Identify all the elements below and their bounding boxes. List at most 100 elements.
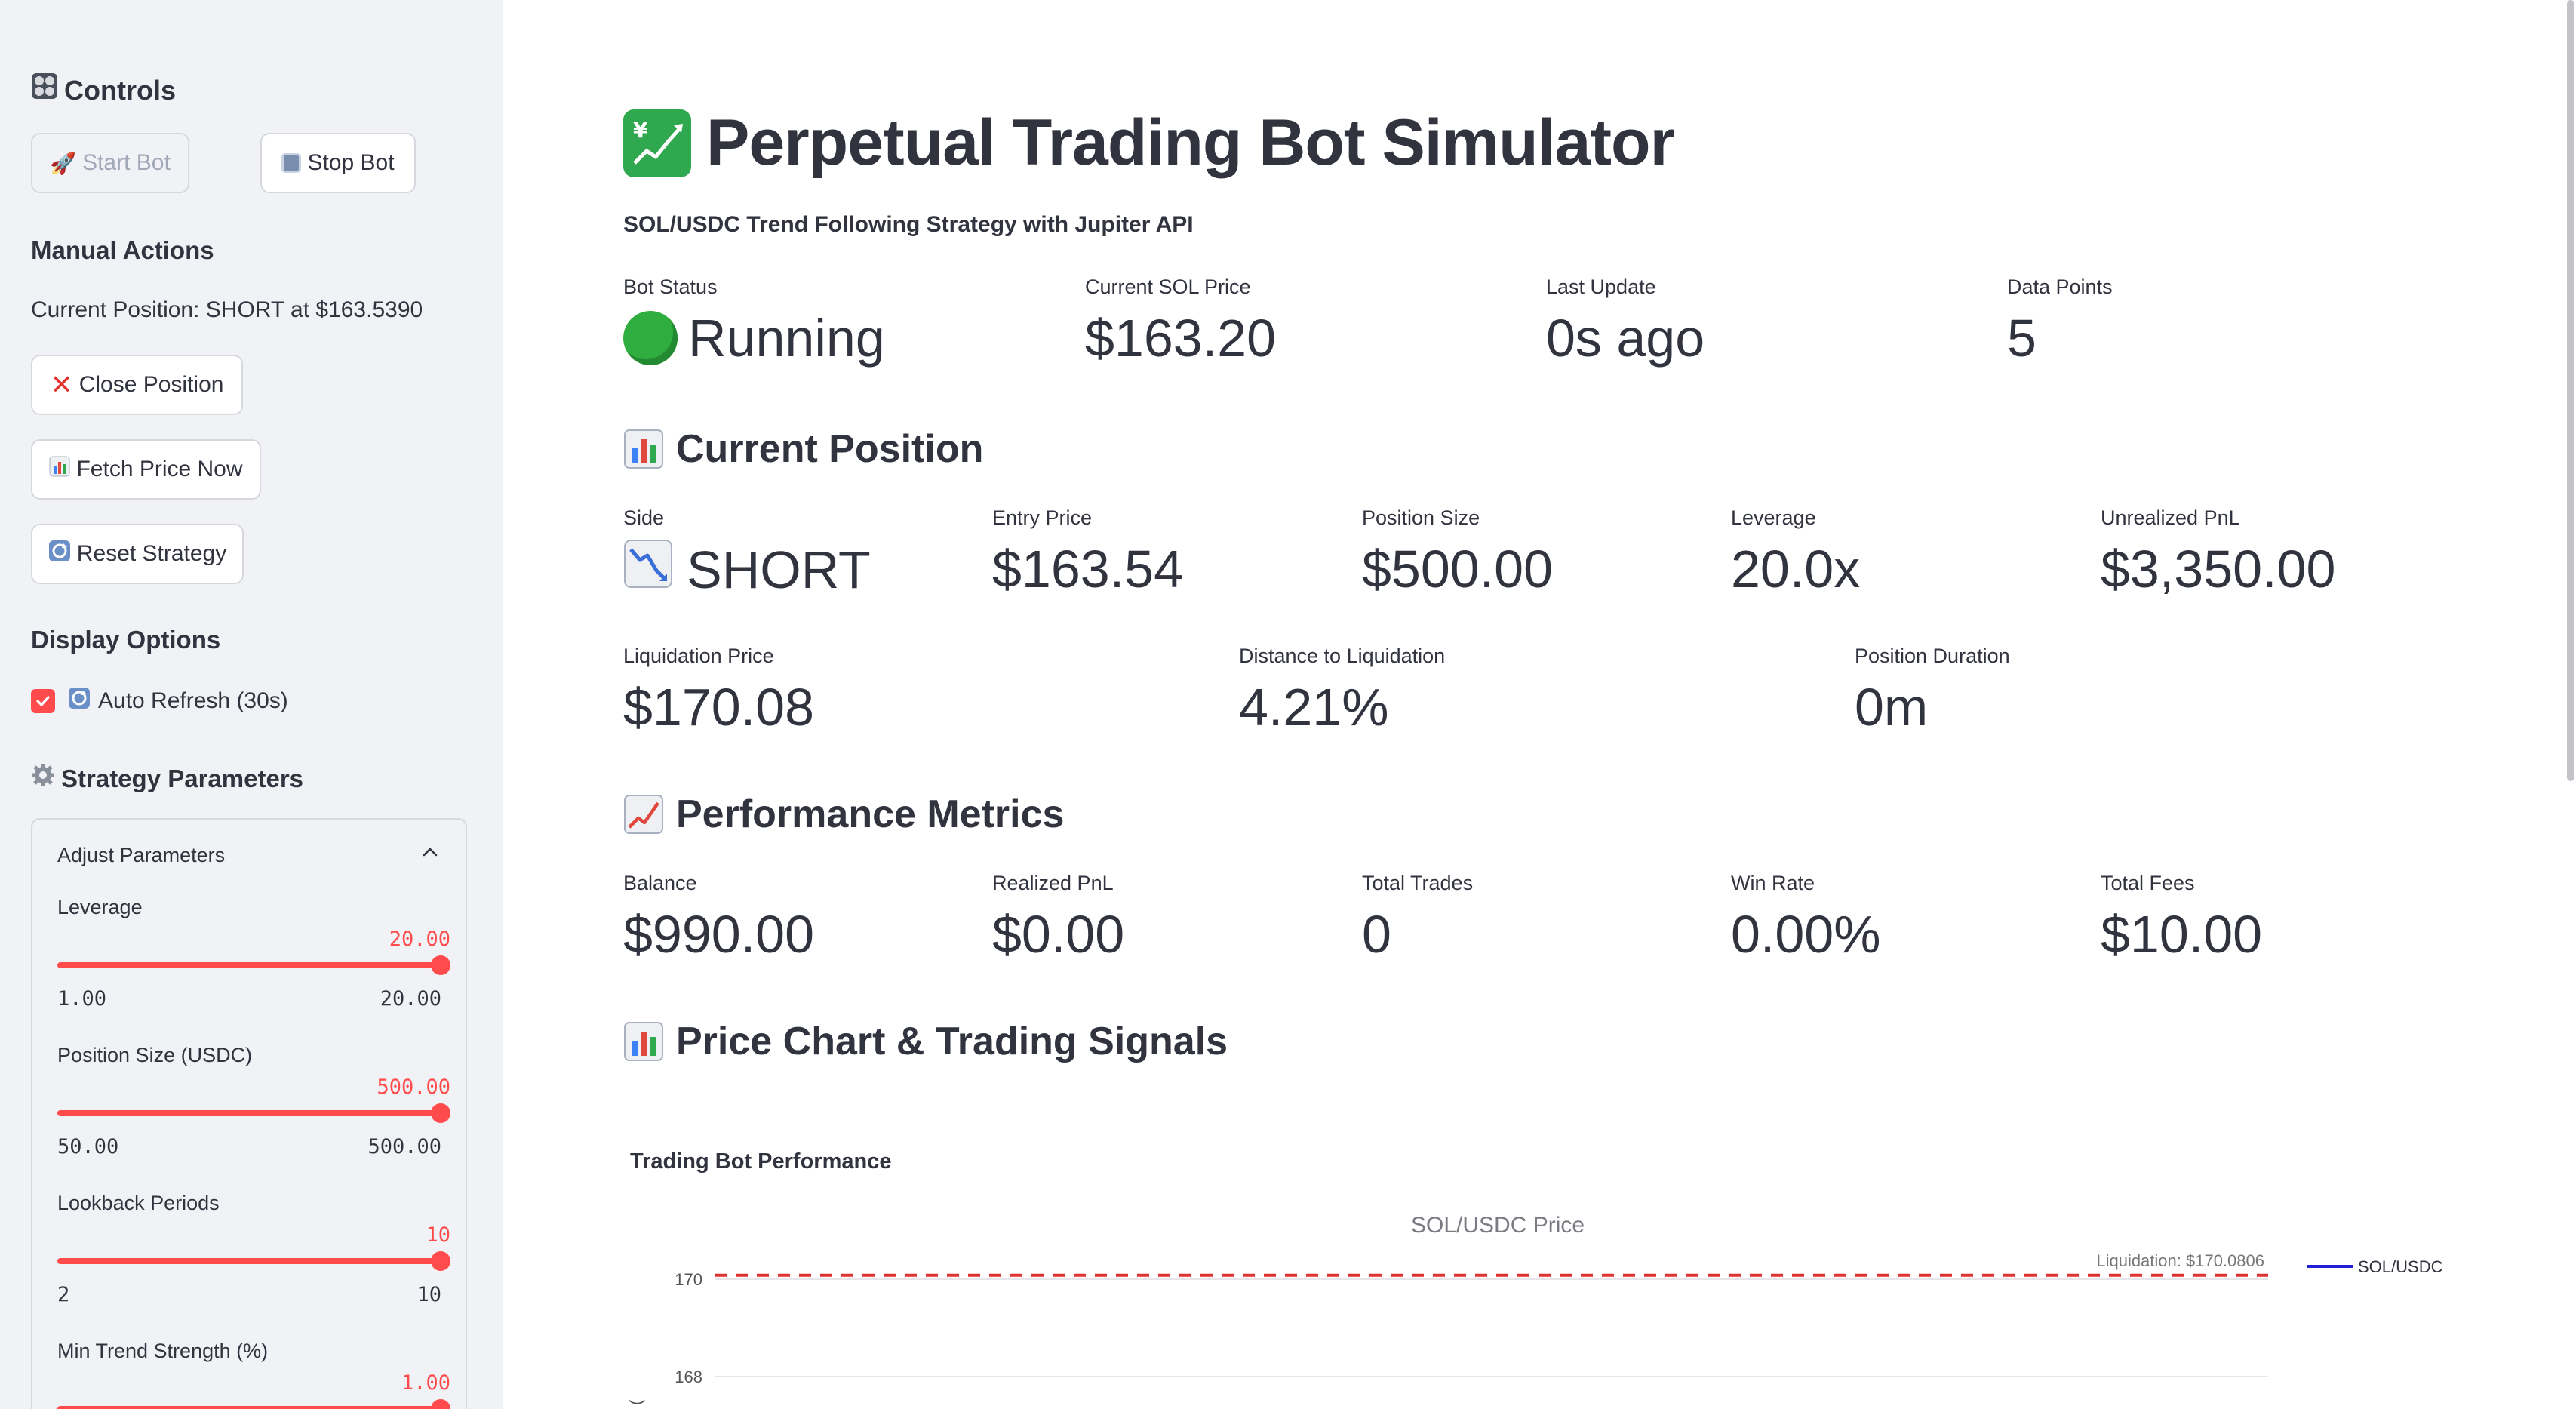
- unrealized-pnl-label: Unrealized PnL: [2101, 506, 2240, 529]
- chevron-up-icon[interactable]: [420, 842, 440, 862]
- leverage-slider-min: 1.00: [57, 987, 107, 1011]
- green-circle-icon: [623, 311, 678, 365]
- bar-chart-icon: [49, 456, 70, 483]
- current-position-heading: Current Position: [623, 426, 983, 472]
- gear-icon: [31, 763, 58, 793]
- sol-price-label: Current SOL Price: [1085, 275, 1251, 298]
- auto-refresh-checkbox[interactable]: [31, 689, 55, 713]
- realized-pnl-label: Realized PnL: [992, 872, 1114, 894]
- bot-status-label: Bot Status: [623, 275, 718, 298]
- fetch-price-label: Fetch Price Now: [76, 457, 243, 481]
- legend-label: SOL/USDC: [2358, 1257, 2443, 1276]
- y-axis-label: (: [626, 1399, 645, 1405]
- lookback-slider-label: Lookback Periods: [57, 1192, 220, 1214]
- display-options-heading: Display Options: [31, 626, 221, 654]
- stop-bot-label: Stop Bot: [307, 150, 395, 175]
- distance-liquidation-value: 4.21%: [1239, 678, 1389, 737]
- auto-refresh-label: Auto Refresh (30s): [98, 688, 288, 713]
- balance-value: $990.00: [623, 905, 815, 964]
- bar-chart-icon: [623, 1021, 664, 1062]
- last-update-value: 0s ago: [1546, 309, 1705, 368]
- position-duration-label: Position Duration: [1855, 645, 2010, 667]
- bar-chart-icon: [623, 429, 664, 469]
- leverage-value: 20.0x: [1731, 540, 1861, 598]
- performance-heading: Performance Metrics: [623, 792, 1064, 837]
- leverage-slider-max: 20.00: [380, 987, 441, 1011]
- leverage-slider-label: Leverage: [57, 896, 143, 918]
- position-size-slider-value: 500.00: [377, 1075, 450, 1099]
- min-trend-slider-label: Min Trend Strength (%): [57, 1340, 269, 1362]
- price-chart-heading-text: Price Chart & Trading Signals: [676, 1020, 1228, 1063]
- liquidation-price-value: $170.08: [623, 678, 815, 737]
- controls-heading-text: Controls: [64, 75, 176, 106]
- current-position-text: Current Position: SHORT at $163.5390: [31, 297, 423, 322]
- current-position-heading-text: Current Position: [676, 427, 984, 471]
- main-content: ¥ Perpetual Trading Bot Simulator SOL/US…: [503, 0, 2576, 1409]
- unrealized-pnl-value: $3,350.00: [2101, 540, 2336, 598]
- lookback-slider-value: 10: [426, 1223, 450, 1247]
- close-position-button[interactable]: ✕ Close Position: [31, 355, 243, 415]
- control-knobs-icon: [31, 72, 61, 106]
- scrollbar-thumb[interactable]: [2567, 0, 2574, 781]
- leverage-slider-value: 20.00: [389, 928, 450, 951]
- position-size-slider-thumb[interactable]: [431, 1103, 450, 1123]
- total-fees-value: $10.00: [2101, 905, 2263, 964]
- min-trend-slider-thumb[interactable]: [431, 1399, 450, 1409]
- entry-price-label: Entry Price: [992, 506, 1093, 529]
- lookback-slider-max: 10: [417, 1283, 441, 1306]
- total-fees-label: Total Fees: [2101, 872, 2195, 894]
- page-header: ¥ Perpetual Trading Bot Simulator: [623, 106, 1675, 180]
- lookback-slider-min: 2: [57, 1283, 70, 1306]
- controls-heading: Controls: [31, 72, 176, 106]
- position-size-slider-label: Position Size (USDC): [57, 1044, 253, 1066]
- refresh-icon: [68, 687, 91, 715]
- bot-status-value: Running: [623, 308, 885, 368]
- stop-bot-button[interactable]: Stop Bot: [260, 133, 416, 193]
- main-scrollbar[interactable]: [2565, 0, 2576, 1409]
- position-duration-value: 0m: [1855, 678, 1929, 737]
- win-rate-label: Win Rate: [1731, 872, 1815, 894]
- liquidation-label: Liquidation: $170.0806: [2096, 1251, 2264, 1270]
- start-bot-button[interactable]: 🚀 Start Bot: [31, 133, 189, 193]
- adjust-parameters-expander: Adjust Parameters Leverage 20.00 1.00 20…: [31, 818, 467, 1409]
- strategy-parameters-text: Strategy Parameters: [61, 764, 304, 792]
- position-size-slider-min: 50.00: [57, 1135, 119, 1158]
- y-tick-label: 168: [675, 1367, 702, 1386]
- leverage-slider-track[interactable]: [57, 962, 441, 968]
- min-trend-slider-track[interactable]: [57, 1406, 441, 1409]
- strategy-parameters-heading: Strategy Parameters: [31, 763, 303, 793]
- page-subtitle: SOL/USDC Trend Following Strategy with J…: [623, 212, 1194, 237]
- reset-strategy-button[interactable]: Reset Strategy: [31, 524, 244, 584]
- last-update-label: Last Update: [1546, 275, 1656, 298]
- data-points-label: Data Points: [2007, 275, 2113, 298]
- side-label: Side: [623, 506, 665, 529]
- sidebar: Controls 🚀 Start Bot Stop Bot Manual Act…: [0, 0, 503, 1409]
- auto-refresh-label-group[interactable]: Auto Refresh (30s): [68, 687, 288, 715]
- total-trades-value: 0: [1362, 905, 1391, 964]
- page-title: Perpetual Trading Bot Simulator: [706, 106, 1675, 179]
- min-trend-slider-value: 1.00: [401, 1371, 450, 1395]
- side-value: SHORT: [623, 539, 871, 601]
- lookback-slider-thumb[interactable]: [431, 1251, 450, 1271]
- total-trades-label: Total Trades: [1362, 872, 1474, 894]
- entry-price-value: $163.54: [992, 540, 1184, 598]
- sol-price-value: $163.20: [1085, 309, 1277, 368]
- cross-mark-icon: ✕: [50, 369, 73, 400]
- price-chart[interactable]: 170 168 Liquidation: $170.0806 SOL/USDC (: [503, 1238, 2576, 1409]
- fetch-price-button[interactable]: Fetch Price Now: [31, 439, 261, 500]
- position-size-slider-track[interactable]: [57, 1110, 441, 1116]
- leverage-slider-thumb[interactable]: [431, 955, 450, 975]
- side-text: SHORT: [687, 540, 871, 599]
- price-chart-heading: Price Chart & Trading Signals: [623, 1019, 1228, 1064]
- bot-status-text: Running: [688, 309, 885, 368]
- close-position-label: Close Position: [78, 372, 224, 397]
- chart-title: Trading Bot Performance: [630, 1149, 892, 1174]
- position-size-slider-max: 500.00: [367, 1135, 441, 1158]
- adjust-parameters-header[interactable]: Adjust Parameters: [57, 844, 225, 867]
- rocket-icon: 🚀: [50, 151, 77, 175]
- performance-heading-text: Performance Metrics: [676, 792, 1065, 836]
- leverage-label: Leverage: [1731, 506, 1816, 529]
- lookback-slider-track[interactable]: [57, 1258, 441, 1264]
- refresh-icon: [48, 540, 71, 568]
- position-size-label: Position Size: [1362, 506, 1480, 529]
